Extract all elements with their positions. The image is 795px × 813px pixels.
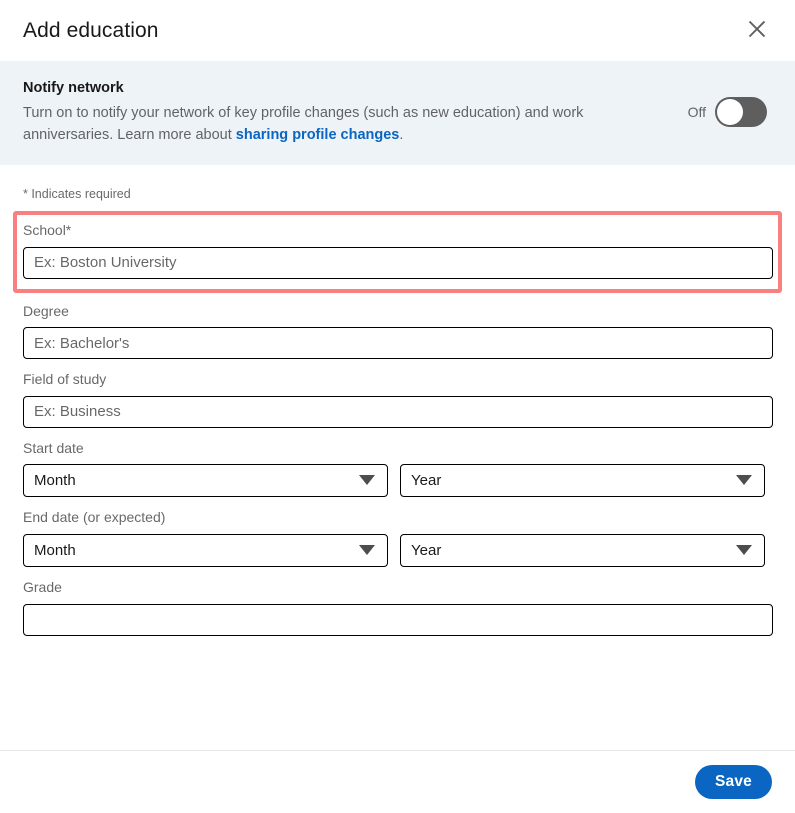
- start-year-select[interactable]: Year: [400, 464, 765, 498]
- chevron-down-icon: [736, 542, 752, 559]
- start-date-field-group: Start date Month Year: [23, 428, 772, 498]
- chevron-down-icon: [359, 472, 375, 489]
- modal-header: Add education: [0, 0, 795, 61]
- start-date-row: Month Year: [23, 464, 772, 498]
- end-year-value: Year: [411, 541, 442, 559]
- end-month-select[interactable]: Month: [23, 533, 388, 567]
- field-of-study-field-group: Field of study: [23, 359, 773, 428]
- notify-network-description: Turn on to notify your network of key pr…: [23, 102, 623, 147]
- school-label: School*: [23, 222, 72, 238]
- end-year-wrap: Year: [400, 533, 765, 567]
- education-form: * Indicates required School* Degree Fiel…: [0, 165, 795, 751]
- school-field-group: School*: [13, 211, 782, 293]
- notify-network-banner: Notify network Turn on to notify your ne…: [0, 61, 795, 165]
- end-date-field-group: End date (or expected) Month Year: [23, 497, 772, 567]
- notify-network-title: Notify network: [23, 80, 124, 96]
- required-indicator-note: * Indicates required: [23, 186, 131, 201]
- page-title: Add education: [23, 18, 159, 42]
- end-date-row: Month Year: [23, 533, 772, 567]
- grade-field-group: Grade: [23, 567, 773, 636]
- notify-toggle-group: Off: [688, 77, 772, 127]
- save-button[interactable]: Save: [695, 765, 772, 799]
- end-date-label: End date (or expected): [23, 509, 166, 526]
- notify-description-part2: .: [399, 127, 404, 144]
- close-icon: [746, 18, 768, 43]
- start-year-wrap: Year: [400, 464, 765, 498]
- school-input[interactable]: [23, 246, 773, 279]
- close-button[interactable]: [739, 13, 775, 49]
- chevron-down-icon: [359, 542, 375, 559]
- degree-input[interactable]: [23, 327, 773, 360]
- chevron-down-icon: [736, 472, 752, 489]
- start-month-wrap: Month: [23, 464, 388, 498]
- grade-label: Grade: [23, 578, 62, 595]
- end-year-select[interactable]: Year: [400, 533, 765, 567]
- field-of-study-label: Field of study: [23, 371, 107, 388]
- start-month-select[interactable]: Month: [23, 464, 388, 498]
- notify-network-text: Notify network Turn on to notify your ne…: [23, 77, 623, 147]
- start-year-value: Year: [411, 472, 442, 490]
- degree-field-group: Degree: [23, 291, 773, 360]
- notify-network-toggle[interactable]: [715, 97, 767, 127]
- field-of-study-input[interactable]: [23, 395, 773, 428]
- modal-footer: Save: [0, 750, 795, 813]
- add-education-modal: Add education Notify network Turn on to …: [0, 0, 795, 813]
- end-month-value: Month: [34, 541, 76, 559]
- end-month-wrap: Month: [23, 533, 388, 567]
- toggle-state-label: Off: [687, 104, 706, 120]
- start-date-label: Start date: [23, 439, 84, 456]
- sharing-profile-changes-link[interactable]: sharing profile changes: [236, 127, 400, 143]
- grade-input[interactable]: [23, 603, 773, 636]
- toggle-knob: [717, 99, 743, 125]
- degree-label: Degree: [23, 302, 69, 319]
- start-month-value: Month: [34, 472, 76, 490]
